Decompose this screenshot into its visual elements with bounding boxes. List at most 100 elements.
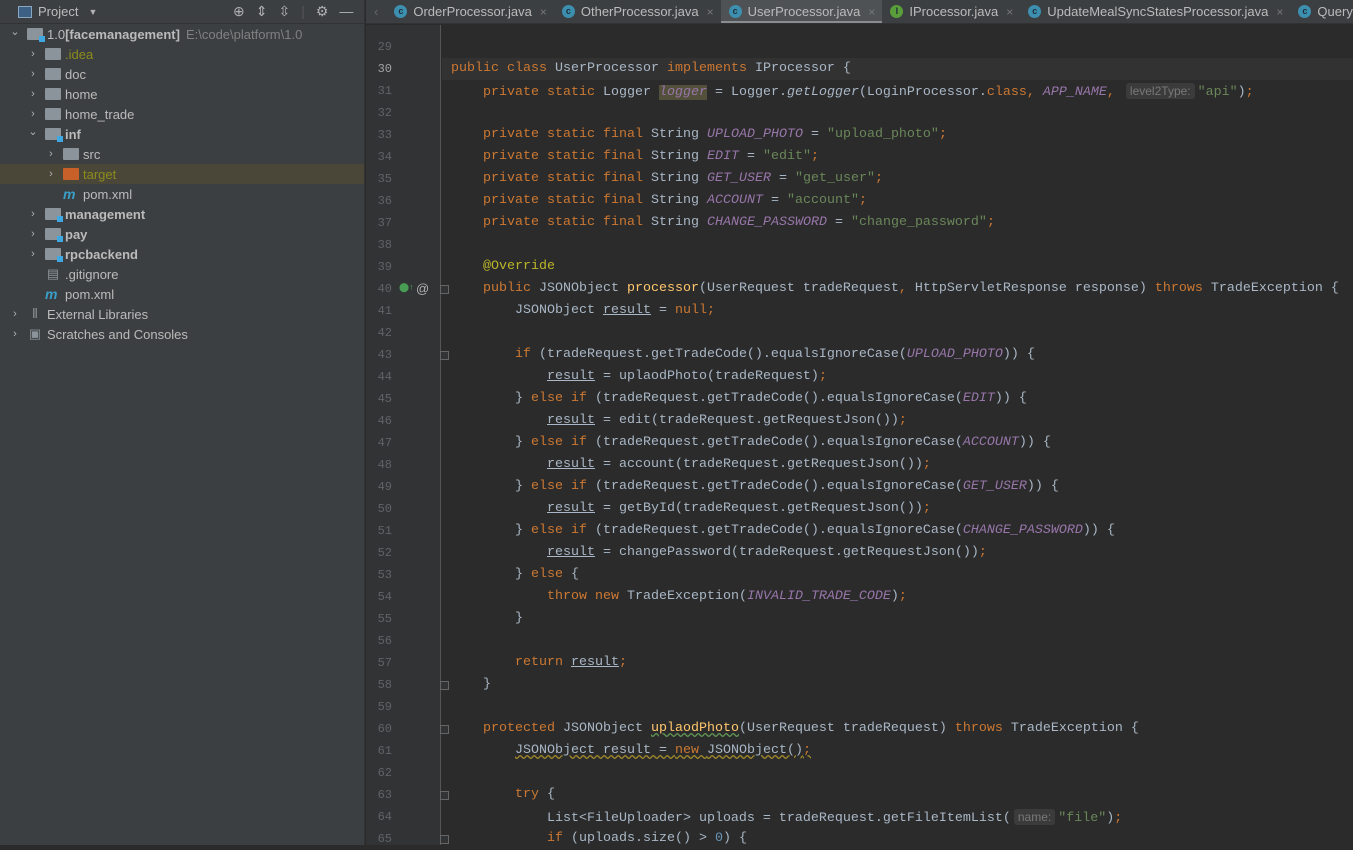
module-folder-icon — [45, 208, 63, 222]
chevron-right-icon[interactable]: › — [27, 108, 39, 120]
fold-marker-icon[interactable] — [440, 835, 449, 844]
close-icon[interactable]: × — [1276, 5, 1283, 19]
chevron-right-icon[interactable]: › — [27, 68, 39, 80]
module-name: [facemanagement] — [65, 26, 180, 42]
tree-item-1-0[interactable]: ⌄ 1.0 [facemanagement] E:\code\platform\1.… — [0, 24, 364, 44]
chevron-down-icon[interactable]: ⌄ — [27, 125, 39, 138]
code-line: result = changePassword(tradeRequest.get… — [451, 542, 987, 564]
code-line: private static final String GET_USER = "… — [451, 168, 883, 190]
chevron-right-icon[interactable]: › — [45, 148, 57, 160]
line-number: 49 — [377, 480, 392, 494]
code-token: ; — [810, 149, 819, 164]
tree-item-rpcbackend[interactable]: › rpcbackend — [0, 244, 364, 264]
code-token: = — [738, 149, 763, 164]
fold-marker-icon[interactable] — [440, 351, 449, 360]
parameter-hint: name: — [1013, 809, 1056, 825]
code-line: result = account(tradeRequest.getRequest… — [451, 454, 931, 476]
code-token: JSONObject — [562, 721, 651, 736]
tree-item-doc[interactable]: › doc — [0, 64, 364, 84]
tab-otherprocessor[interactable]: c OtherProcessor.java × — [554, 0, 721, 23]
module-path: E:\code\platform\1.0 — [185, 26, 303, 42]
line-number: 48 — [377, 458, 392, 472]
tab-orderprocessor[interactable]: c OrderProcessor.java × — [386, 0, 554, 23]
tree-item-target[interactable]: › target — [0, 164, 364, 184]
chevron-right-icon[interactable]: › — [27, 48, 39, 60]
implements-method-icon[interactable]: ⬤↑ — [399, 282, 414, 293]
code-token: TradeException { — [1210, 281, 1339, 296]
close-icon[interactable]: × — [868, 5, 875, 19]
code-token: String — [650, 149, 707, 164]
tree-item-pom-xml[interactable]: m pom.xml — [0, 284, 364, 304]
code-line: protected JSONObject uplaodPhoto(UserReq… — [451, 718, 1139, 740]
code-token: result — [570, 655, 619, 670]
tree-item--gitignore[interactable]: ▤ .gitignore — [0, 264, 364, 284]
chevron-right-icon[interactable]: › — [9, 308, 21, 320]
chevron-right-icon[interactable]: › — [9, 328, 21, 340]
code-token: public class — [451, 61, 555, 76]
fold-marker-icon[interactable] — [440, 681, 449, 690]
line-number: 45 — [377, 392, 392, 406]
gutter: 29 30 31 32 33 34 35 36 37 38 39 40 ⬤↑ @41 42 43 44 45 46 4… — [366, 25, 449, 846]
tree-item-home-trade[interactable]: › home_trade — [0, 104, 364, 124]
code-editor[interactable]: 29 30 31 32 33 34 35 36 37 38 39 40 ⬤↑ @41 42 43 44 45 46 4… — [366, 25, 1353, 846]
project-view-selector[interactable]: Project — [38, 4, 78, 19]
code-line: result = uplaodPhoto(tradeRequest); — [451, 366, 827, 388]
module-folder-icon — [45, 248, 63, 262]
tree-item-src[interactable]: › src — [0, 144, 364, 164]
close-icon[interactable]: × — [540, 5, 547, 19]
tree-item-scratches-and-consoles[interactable]: › ▣ Scratches and Consoles — [0, 324, 364, 344]
tree-item-pom-xml[interactable]: m pom.xml — [0, 184, 364, 204]
tree-item-external-libraries[interactable]: › ⦀ External Libraries — [0, 304, 364, 324]
code-token: null; — [674, 303, 715, 318]
tree-item-inf[interactable]: ⌄ inf — [0, 124, 364, 144]
code-token: else if — [530, 479, 595, 494]
module-folder-icon — [45, 128, 63, 142]
minimize-icon[interactable]: — — [339, 3, 353, 20]
code-token: @Override — [451, 259, 555, 274]
code-token: } — [451, 435, 531, 450]
code-token: private static final — [451, 127, 651, 142]
chevron-right-icon[interactable]: › — [27, 88, 39, 100]
tree-item-management[interactable]: › management — [0, 204, 364, 224]
code-line: public JSONObject processor(UserRequest … — [451, 278, 1339, 300]
fold-marker-icon[interactable] — [440, 725, 449, 734]
chevron-right-icon[interactable]: › — [27, 248, 39, 260]
folder-icon — [45, 88, 61, 100]
tree-item--idea[interactable]: › .idea — [0, 44, 364, 64]
tree-item-pay[interactable]: › pay — [0, 224, 364, 244]
code-token: private static final — [451, 215, 651, 230]
chevron-right-icon[interactable]: › — [27, 228, 39, 240]
code-token: )) { — [994, 391, 1027, 406]
collapse-all-icon[interactable]: ⇳ — [278, 3, 290, 20]
folder-icon — [45, 48, 61, 60]
tab-updatemealsyncstatesprocessor[interactable]: c UpdateMealSyncStatesProcessor.java × — [1020, 0, 1290, 23]
chevron-down-icon[interactable]: ⌄ — [9, 25, 21, 38]
parameter-hint: level2Type: — [1125, 83, 1195, 99]
tree-item-label: home — [65, 86, 98, 102]
tab-userprocessor[interactable]: c UserProcessor.java × — [720, 0, 883, 23]
tab-iprocessor[interactable]: I IProcessor.java × — [882, 0, 1020, 23]
fold-marker-icon[interactable] — [440, 285, 449, 294]
fold-marker-icon[interactable] — [440, 791, 449, 800]
code-token: ; — [874, 171, 883, 186]
code-token: ; — [898, 589, 907, 604]
close-icon[interactable]: × — [707, 5, 714, 19]
gear-icon[interactable]: ⚙ — [316, 3, 329, 20]
code-token: implements — [666, 61, 755, 76]
expand-all-icon[interactable]: ⇕ — [256, 3, 268, 20]
chevron-right-icon[interactable]: › — [45, 168, 57, 180]
locate-icon[interactable]: ⊕ — [233, 3, 245, 20]
tree-item-home[interactable]: › home — [0, 84, 364, 104]
scroll-tabs-left-icon[interactable]: ‹ — [366, 4, 386, 19]
tab-label: QueryT — [1317, 4, 1353, 19]
code-token: uplaodPhoto — [650, 721, 739, 736]
chevron-right-icon[interactable]: › — [27, 208, 39, 220]
close-icon[interactable]: × — [1006, 5, 1013, 19]
tab-queryt[interactable]: c QueryT — [1290, 0, 1353, 23]
chevron-down-icon[interactable]: ▼ — [88, 7, 97, 17]
code-token: 0 — [714, 831, 723, 846]
line-number: 62 — [377, 766, 392, 780]
line-number: 31 — [377, 84, 392, 98]
code-token: (tradeRequest.getTradeCode().equalsIgnor… — [538, 347, 907, 362]
